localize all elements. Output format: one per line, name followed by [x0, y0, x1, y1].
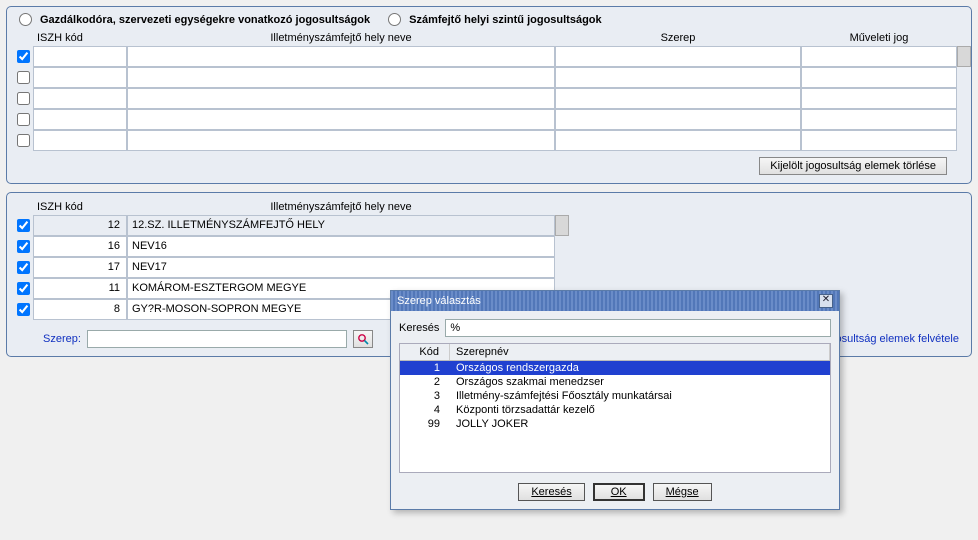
dialog-row-kod: 3	[400, 389, 450, 403]
top-row-checkbox[interactable]	[17, 50, 30, 63]
bottom-row: 16NEV16	[13, 236, 603, 257]
dialog-list-header: Kód Szerepnév	[400, 344, 830, 361]
bottom-row-iszh[interactable]: 16	[33, 236, 127, 257]
top-row-muvjog[interactable]	[801, 109, 957, 130]
dialog-role-row[interactable]: 99JOLLY JOKER	[400, 417, 830, 431]
top-row-hely[interactable]	[127, 67, 555, 88]
dialog-role-row[interactable]: 2Országos szakmai menedzser	[400, 375, 830, 389]
top-row-hely[interactable]	[127, 46, 555, 67]
dialog-row-nev: Országos szakmai menedzser	[450, 375, 830, 389]
top-row	[13, 130, 965, 151]
dialog-search-button[interactable]: Keresés	[518, 483, 584, 501]
bot-hdr-iszh: ISZH kód	[33, 199, 127, 215]
top-row	[13, 109, 965, 130]
dialog-row-kod: 99	[400, 417, 450, 431]
top-row-checkbox[interactable]	[17, 71, 30, 84]
radio-org-scope-label: Gazdálkodóra, szervezeti egységekre vona…	[40, 14, 370, 26]
dialog-ok-button[interactable]: OK	[593, 483, 645, 501]
dialog-row-nev: JOLLY JOKER	[450, 417, 830, 431]
bottom-row: 17NEV17	[13, 257, 603, 278]
bottom-row-iszh[interactable]: 11	[33, 278, 127, 299]
top-row-szerep[interactable]	[555, 109, 801, 130]
top-row-checkbox[interactable]	[17, 92, 30, 105]
dialog-title-text: Szerep választás	[397, 295, 481, 307]
top-grid-body	[13, 46, 965, 151]
bottom-row-hely[interactable]: NEV16	[127, 236, 555, 257]
top-row-iszh[interactable]	[33, 46, 127, 67]
bottom-row-iszh[interactable]: 17	[33, 257, 127, 278]
scope-radio-group: Gazdálkodóra, szervezeti egységekre vona…	[13, 13, 965, 26]
bottom-row-hely[interactable]: 12.SZ. ILLETMÉNYSZÁMFEJTŐ HELY	[127, 215, 555, 236]
bottom-row-checkbox[interactable]	[17, 261, 30, 274]
dialog-row-kod: 4	[400, 403, 450, 417]
dialog-role-row[interactable]: 3Illetmény-számfejtési Főosztály munkatá…	[400, 389, 830, 403]
top-row-checkbox[interactable]	[17, 113, 30, 126]
top-row-szerep[interactable]	[555, 130, 801, 151]
bottom-row-checkbox[interactable]	[17, 240, 30, 253]
radio-local-scope-label: Számfejtő helyi szintű jogosultságok	[409, 14, 602, 26]
dialog-hdr-kod: Kód	[400, 344, 450, 360]
search-icon	[357, 333, 369, 345]
top-row-hely[interactable]	[127, 130, 555, 151]
top-row-muvjog[interactable]	[801, 88, 957, 109]
bottom-grid-scrollbar[interactable]	[555, 215, 569, 236]
hdr-muvjog: Műveleti jog	[801, 30, 957, 46]
top-row-muvjog[interactable]	[801, 67, 957, 88]
bot-hdr-hely: Illetményszámfejtő hely neve	[127, 199, 555, 215]
add-elements-link[interactable]: jogosultság elemek felvétele	[821, 333, 959, 345]
szerep-label: Szerep:	[43, 333, 81, 345]
dialog-row-kod: 2	[400, 375, 450, 389]
dialog-role-row[interactable]: 1Országos rendszergazda	[400, 361, 830, 375]
radio-org-scope[interactable]	[19, 13, 32, 26]
top-row	[13, 46, 965, 67]
bottom-row-checkbox[interactable]	[17, 303, 30, 316]
role-select-dialog: Szerep választás ✕ Keresés Kód Szerepnév…	[390, 290, 840, 510]
top-row-iszh[interactable]	[33, 130, 127, 151]
close-icon: ✕	[822, 294, 830, 305]
top-row-iszh[interactable]	[33, 88, 127, 109]
dialog-search-input[interactable]	[445, 319, 831, 337]
top-row-szerep[interactable]	[555, 67, 801, 88]
dialog-row-nev: Illetmény-számfejtési Főosztály munkatár…	[450, 389, 830, 403]
szerep-picker-button[interactable]	[353, 330, 373, 348]
bottom-grid-header: ISZH kód Illetményszámfejtő hely neve	[13, 199, 603, 215]
dialog-role-list[interactable]: Kód Szerepnév 1Országos rendszergazda2Or…	[399, 343, 831, 473]
bottom-row-hely[interactable]: NEV17	[127, 257, 555, 278]
top-row-iszh[interactable]	[33, 109, 127, 130]
permissions-top-panel: Gazdálkodóra, szervezeti egységekre vona…	[6, 6, 972, 184]
hdr-iszh: ISZH kód	[33, 30, 127, 46]
top-row	[13, 67, 965, 88]
top-row-szerep[interactable]	[555, 88, 801, 109]
radio-local-scope[interactable]	[388, 13, 401, 26]
bottom-row-iszh[interactable]: 12	[33, 215, 127, 236]
hdr-hely: Illetményszámfejtő hely neve	[127, 30, 555, 46]
bottom-row: 1212.SZ. ILLETMÉNYSZÁMFEJTŐ HELY	[13, 215, 603, 236]
top-row-checkbox[interactable]	[17, 134, 30, 147]
top-row-muvjog[interactable]	[801, 46, 957, 67]
dialog-cancel-button[interactable]: Mégse	[653, 483, 712, 501]
dialog-titlebar[interactable]: Szerep választás ✕	[391, 291, 839, 311]
bottom-row-checkbox[interactable]	[17, 219, 30, 232]
dialog-row-kod: 1	[400, 361, 450, 375]
bottom-row-iszh[interactable]: 8	[33, 299, 127, 320]
top-row-szerep[interactable]	[555, 46, 801, 67]
dialog-row-nev: Országos rendszergazda	[450, 361, 830, 375]
dialog-role-row[interactable]: 4Központi törzsadattár kezelő	[400, 403, 830, 417]
top-row-hely[interactable]	[127, 88, 555, 109]
dialog-close-button[interactable]: ✕	[819, 294, 833, 308]
dialog-hdr-nev: Szerepnév	[450, 344, 830, 360]
top-row-muvjog[interactable]	[801, 130, 957, 151]
top-row-hely[interactable]	[127, 109, 555, 130]
dialog-search-label: Keresés	[399, 322, 439, 334]
top-grid-header: ISZH kód Illetményszámfejtő hely neve Sz…	[13, 30, 965, 46]
bottom-row-checkbox[interactable]	[17, 282, 30, 295]
top-row-iszh[interactable]	[33, 67, 127, 88]
dialog-row-nev: Központi törzsadattár kezelő	[450, 403, 830, 417]
szerep-input[interactable]	[87, 330, 347, 348]
top-grid-scrollbar[interactable]	[957, 46, 971, 67]
delete-selected-button[interactable]: Kijelölt jogosultság elemek törlése	[759, 157, 947, 175]
top-row	[13, 88, 965, 109]
hdr-szerep: Szerep	[555, 30, 801, 46]
